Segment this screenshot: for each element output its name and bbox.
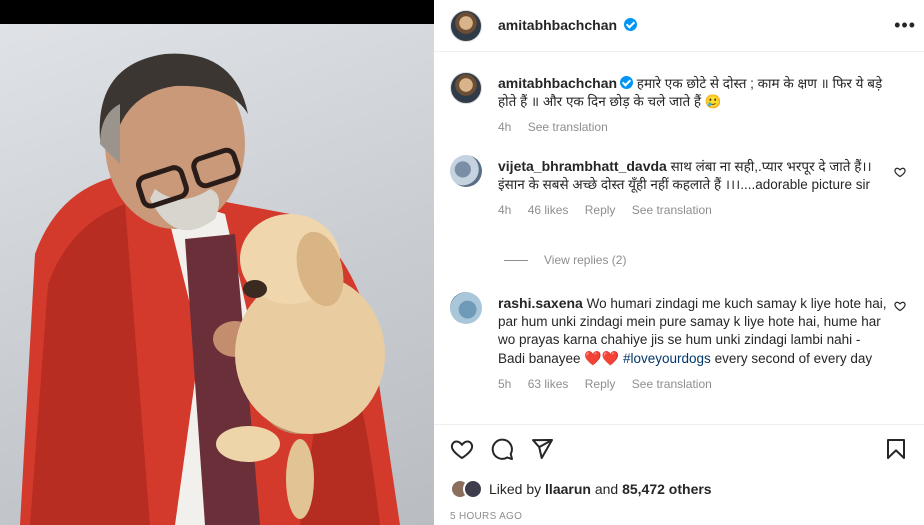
comment-username[interactable]: vijeta_bhrambhatt_davda	[498, 158, 667, 174]
author-name-block: amitabhbachchan	[498, 17, 638, 35]
comment-icon[interactable]	[490, 437, 514, 461]
more-icon[interactable]: •••	[894, 16, 916, 34]
comment-text-end: every second of every day	[714, 351, 873, 366]
post-actions: Liked by llaarun and 85,472 others 5 HOU…	[434, 424, 924, 525]
likes-others-link[interactable]: 85,472 others	[622, 481, 712, 497]
caption-username[interactable]: amitabhbachchan	[498, 75, 617, 91]
comment-see-translation[interactable]: See translation	[632, 203, 712, 217]
post-media-pane	[0, 0, 434, 525]
comment-body: vijeta_bhrambhatt_davda साथ लंबा ना सही,…	[498, 157, 888, 219]
caption-body: amitabhbachchan हमारे एक छोटे से दोस्त ;…	[498, 74, 888, 136]
bookmark-icon[interactable]	[884, 437, 908, 461]
comment-likes[interactable]: 46 likes	[528, 203, 569, 217]
liker-username[interactable]: llaarun	[545, 481, 591, 497]
photo-illustration	[20, 53, 400, 525]
post-photo[interactable]	[0, 24, 434, 525]
author-username[interactable]: amitabhbachchan	[498, 17, 617, 33]
likes-summary: Liked by llaarun and 85,472 others	[450, 479, 712, 499]
comment-likes[interactable]: 63 likes	[528, 377, 569, 391]
comment-meta: 4h 46 likes Reply See translation	[498, 201, 888, 219]
liker-avatar[interactable]	[463, 479, 483, 499]
likes-conjunction: and	[594, 481, 619, 497]
comment-reply-button[interactable]: Reply	[585, 203, 616, 217]
comment-body: rashi.saxena Wo humari zindagi me kuch s…	[498, 294, 888, 393]
comment-item: vijeta_bhrambhatt_davda साथ लंबा ना सही,…	[450, 155, 910, 245]
caption: amitabhbachchan हमारे एक छोटे से दोस्त ;…	[450, 72, 910, 142]
comment-item: rashi.saxena Wo humari zindagi me kuch s…	[450, 292, 910, 412]
post-sidebar: amitabhbachchan ••• amitabhbachchan हमार…	[434, 0, 924, 525]
comment-heart-icon[interactable]	[894, 300, 906, 312]
caption-emoji: 🥲	[704, 94, 722, 109]
comment-reply-button[interactable]: Reply	[585, 377, 616, 391]
caption-see-translation[interactable]: See translation	[528, 120, 608, 134]
comment-hashtag[interactable]: #loveyourdogs	[623, 351, 711, 366]
comment-heart-icon[interactable]	[894, 166, 906, 178]
comment-avatar[interactable]	[450, 292, 482, 324]
author-avatar[interactable]	[450, 10, 482, 42]
heart-icon[interactable]	[450, 437, 474, 461]
view-replies-line	[504, 260, 528, 262]
view-replies-button[interactable]: View replies (2)	[504, 253, 626, 267]
caption-avatar[interactable]	[450, 72, 482, 104]
likes-prefix: Liked by	[489, 481, 542, 497]
verified-icon	[624, 18, 638, 31]
comment-hearts: ❤️❤️	[584, 350, 620, 366]
post-header: amitabhbachchan •••	[434, 0, 924, 52]
comment-meta: 5h 63 likes Reply See translation	[498, 375, 888, 393]
caption-meta: 4h See translation	[498, 118, 888, 136]
comment-avatar[interactable]	[450, 155, 482, 187]
verified-icon	[620, 76, 634, 89]
share-icon[interactable]	[530, 437, 554, 461]
view-replies-label: View replies (2)	[544, 253, 627, 267]
comment-time: 4h	[498, 203, 512, 217]
caption-time: 4h	[498, 120, 512, 134]
comment-username[interactable]: rashi.saxena	[498, 295, 583, 311]
comment-see-translation[interactable]: See translation	[632, 377, 712, 391]
comment-time: 5h	[498, 377, 512, 391]
post-timestamp[interactable]: 5 HOURS AGO	[450, 511, 522, 522]
